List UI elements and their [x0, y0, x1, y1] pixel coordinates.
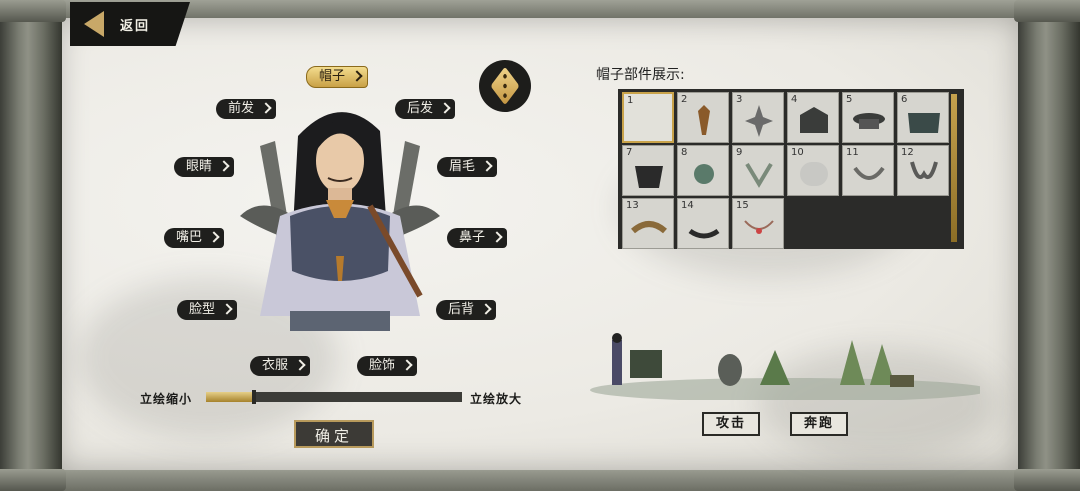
part-icon [631, 221, 667, 234]
left-scroll-rod [0, 0, 66, 491]
back-button[interactable]: 返回 [70, 2, 190, 46]
confirm-button[interactable]: 确定 [294, 420, 374, 448]
character-portrait [240, 112, 440, 331]
randomize-dice-button[interactable] [479, 60, 531, 112]
tag-back[interactable]: 后背 [436, 300, 497, 320]
shrink-label: 立绘缩小 [140, 392, 193, 406]
tag-eyes[interactable]: 眼睛 [174, 157, 235, 177]
grid-title: 帽子部件展示: [596, 67, 685, 83]
part-cell[interactable]: 10 [787, 145, 839, 196]
tag-back-hair[interactable]: 后发 [395, 99, 456, 119]
part-cell[interactable]: 1 [622, 92, 674, 143]
part-cell[interactable]: 9 [732, 145, 784, 196]
part-icon [694, 164, 714, 184]
tag-eyebrows[interactable]: 眉毛 [437, 157, 498, 177]
part-cell[interactable]: 11 [842, 145, 894, 196]
part-icon [910, 161, 938, 179]
part-icon [698, 105, 710, 135]
part-cell[interactable]: 8 [677, 145, 729, 196]
enlarge-label: 立绘放大 [470, 392, 523, 406]
part-icon [800, 107, 828, 133]
slider-fill [206, 392, 253, 402]
right-scroll-rod [1014, 0, 1080, 491]
grid-scrollbar[interactable] [951, 94, 957, 242]
tag-mouth[interactable]: 嘴巴 [164, 228, 225, 248]
part-icon [908, 113, 940, 133]
part-grid: 1 2 3 4 5 6 7 8 9 10 11 12 13 14 15 [618, 89, 964, 249]
part-cell[interactable]: 7 [622, 145, 674, 196]
part-cell[interactable]: 4 [787, 92, 839, 143]
part-cell[interactable]: 2 [677, 92, 729, 143]
tag-nose[interactable]: 鼻子 [447, 228, 508, 248]
part-cell[interactable]: 5 [842, 92, 894, 143]
part-icon [745, 105, 773, 137]
tag-clothes[interactable]: 衣服 [250, 356, 311, 376]
part-cell[interactable]: 14 [677, 198, 729, 249]
tag-face-ornament[interactable]: 脸饰 [357, 356, 418, 376]
part-cell[interactable]: 3 [732, 92, 784, 143]
slider-thumb[interactable] [252, 390, 257, 404]
tag-face-shape[interactable]: 脸型 [177, 300, 238, 320]
preview-scene [590, 333, 980, 400]
part-icon [635, 166, 663, 188]
part-cell[interactable]: 6 [897, 92, 949, 143]
part-cell[interactable]: 15 [732, 198, 784, 249]
tag-hat[interactable]: 帽子 [306, 66, 369, 88]
run-button[interactable]: 奔跑 [790, 412, 848, 436]
part-icon [853, 166, 885, 180]
part-icon [745, 162, 773, 188]
back-label: 返回 [120, 18, 151, 34]
tag-front-hair[interactable]: 前发 [216, 99, 277, 119]
portrait-size-slider[interactable] [206, 390, 462, 404]
game-screen: 返回 帽子 前发 后发 眼睛 眉毛 嘴巴 鼻子 脸型 后背 衣服 脸饰 立绘缩小… [0, 0, 1080, 491]
part-number: 1 [627, 95, 634, 106]
part-cell[interactable]: 12 [897, 145, 949, 196]
part-cell[interactable]: 13 [622, 198, 674, 249]
part-icon [853, 113, 885, 129]
attack-button[interactable]: 攻击 [702, 412, 760, 436]
scroll-bottom-edge [58, 467, 1020, 491]
grid-scroll-thumb[interactable] [951, 94, 957, 242]
part-icon [688, 228, 720, 239]
scroll-top-edge [58, 0, 1020, 20]
back-arrow-icon [84, 11, 104, 37]
part-icon [744, 220, 774, 234]
part-icon [800, 162, 828, 186]
dice-icon [490, 66, 520, 106]
